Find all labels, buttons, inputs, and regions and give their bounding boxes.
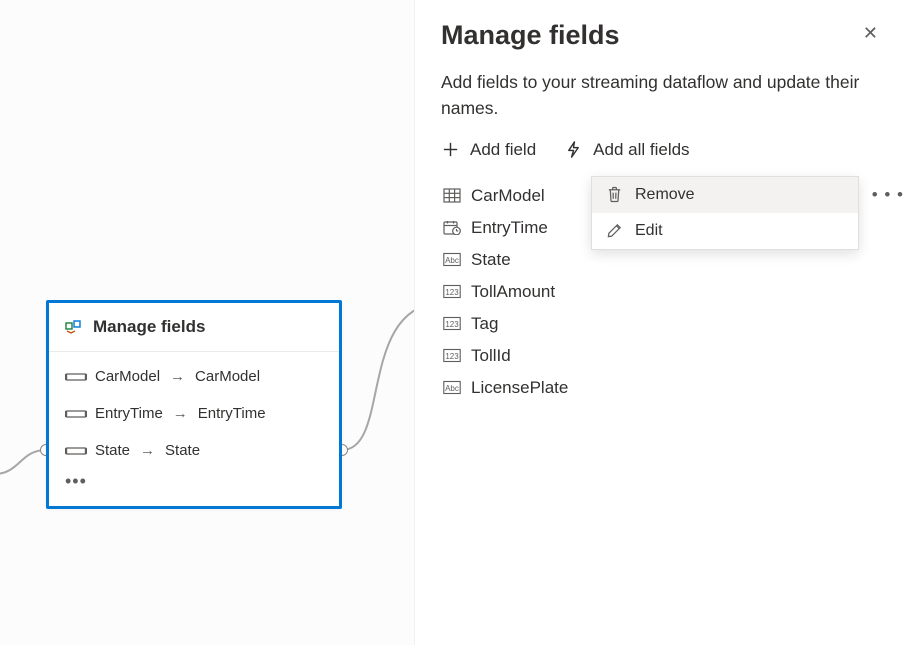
menu-item-label: Edit — [635, 222, 663, 240]
column-icon — [65, 408, 87, 420]
table-type-icon — [443, 188, 461, 203]
connector-right — [336, 300, 415, 460]
field-name: State — [471, 250, 511, 270]
add-all-fields-label: Add all fields — [593, 140, 689, 160]
svg-text:123: 123 — [445, 288, 459, 297]
arrow-icon: → — [173, 405, 188, 422]
panel-actions: Add field Add all fields — [441, 140, 884, 160]
menu-item-label: Remove — [635, 186, 695, 204]
number-type-icon: 123 — [443, 348, 461, 363]
mapping-to: EntryTime — [198, 405, 266, 422]
mapping-from: State — [95, 442, 130, 459]
panel-description: Add fields to your streaming dataflow an… — [441, 69, 884, 122]
svg-text:123: 123 — [445, 352, 459, 361]
more-mappings-indicator[interactable]: ••• — [49, 469, 339, 500]
number-type-icon: 123 — [443, 316, 461, 331]
arrow-icon: → — [170, 368, 185, 385]
svg-text:Abc: Abc — [445, 384, 459, 393]
mapping-row[interactable]: State → State — [49, 432, 339, 469]
field-name: LicensePlate — [471, 378, 568, 398]
app-root: Manage fields CarModel → CarModel — [0, 0, 910, 645]
text-type-icon: Abc — [443, 252, 461, 267]
add-field-button[interactable]: Add field — [441, 140, 536, 160]
text-type-icon: Abc — [443, 380, 461, 395]
svg-text:Abc: Abc — [445, 256, 459, 265]
manage-fields-node[interactable]: Manage fields CarModel → CarModel — [46, 300, 342, 509]
plus-icon — [441, 140, 460, 159]
panel-title: Manage fields — [441, 20, 620, 51]
menu-item-edit[interactable]: Edit — [592, 213, 858, 249]
node-body: CarModel → CarModel EntryTime → EntryTim… — [49, 352, 339, 506]
mapping-to: State — [165, 442, 200, 459]
node-header: Manage fields — [49, 303, 339, 352]
svg-text:123: 123 — [445, 320, 459, 329]
mapping-from: EntryTime — [95, 405, 163, 422]
menu-item-remove[interactable]: Remove — [592, 177, 858, 213]
field-item-tollid[interactable]: 123 TollId — [441, 342, 884, 370]
field-item-tag[interactable]: 123 Tag — [441, 310, 884, 338]
field-name: Tag — [471, 314, 498, 334]
mapping-row[interactable]: EntryTime → EntryTime — [49, 395, 339, 432]
add-all-fields-button[interactable]: Add all fields — [564, 140, 689, 160]
field-item-state[interactable]: Abc State — [441, 246, 884, 274]
node-title: Manage fields — [93, 317, 205, 337]
add-field-label: Add field — [470, 140, 536, 160]
field-name: TollAmount — [471, 282, 555, 302]
column-icon — [65, 371, 87, 383]
more-icon[interactable]: • • • — [872, 191, 904, 200]
field-name: CarModel — [471, 186, 545, 206]
field-name: EntryTime — [471, 218, 548, 238]
number-type-icon: 123 — [443, 284, 461, 299]
field-item-licenseplate[interactable]: Abc LicensePlate — [441, 374, 884, 402]
field-context-menu: Remove Edit — [591, 176, 859, 250]
lightning-icon — [564, 140, 583, 159]
manage-fields-icon — [65, 319, 81, 335]
close-icon[interactable]: ✕ — [857, 18, 884, 48]
trash-icon — [606, 186, 623, 203]
pencil-icon — [606, 222, 623, 239]
field-item-carmodel[interactable]: CarModel • • • Remove — [441, 182, 884, 210]
field-item-tollamount[interactable]: 123 TollAmount — [441, 278, 884, 306]
mapping-to: CarModel — [195, 368, 260, 385]
manage-fields-panel: Manage fields ✕ Add fields to your strea… — [415, 0, 910, 645]
arrow-icon: → — [140, 442, 155, 459]
datetime-type-icon — [443, 220, 461, 235]
field-list: CarModel • • • Remove — [441, 182, 884, 402]
diagram-canvas[interactable]: Manage fields CarModel → CarModel — [0, 0, 415, 645]
mapping-from: CarModel — [95, 368, 160, 385]
panel-header: Manage fields ✕ — [441, 18, 884, 61]
column-icon — [65, 445, 87, 457]
field-name: TollId — [471, 346, 511, 366]
mapping-row[interactable]: CarModel → CarModel — [49, 358, 339, 395]
